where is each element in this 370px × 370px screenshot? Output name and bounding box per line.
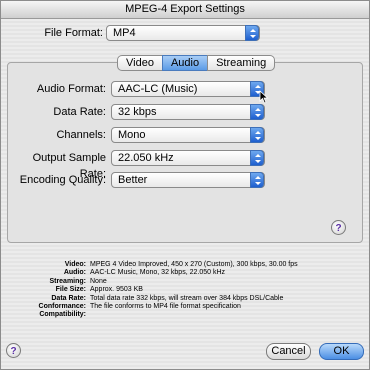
export-settings-window: MPEG-4 Export Settings File Format: MP4 … <box>0 0 370 370</box>
summary-row-compatibility: Compatibility: <box>1 311 370 320</box>
data-rate-popup[interactable]: 32 kbps <box>111 104 265 120</box>
summary-value: Approx. 9503 KB <box>90 286 143 294</box>
summary-key: Data Rate: <box>51 294 86 302</box>
summary-key: Audio: <box>63 269 86 277</box>
summary-value: AAC-LC Music, Mono, 32 kbps, 22.050 kHz <box>90 269 226 277</box>
summary-value: Total data rate 332 kbps, will stream ov… <box>90 294 284 302</box>
window-title: MPEG-4 Export Settings <box>1 1 369 19</box>
data-rate-value: 32 kbps <box>118 106 157 118</box>
audio-format-value: AAC-LC (Music) <box>118 83 198 95</box>
sample-rate-popup[interactable]: 22.050 kHz <box>111 150 265 166</box>
channels-popup[interactable]: Mono <box>111 127 265 143</box>
audio-format-popup[interactable]: AAC-LC (Music) <box>111 81 265 97</box>
file-format-value: MP4 <box>113 27 136 39</box>
channels-value: Mono <box>118 129 146 141</box>
ok-button[interactable]: OK <box>319 343 364 360</box>
summary-key: Compatibility: <box>39 311 86 319</box>
encoding-quality-label: Encoding Quality: <box>19 174 106 186</box>
summary-key: Video: <box>64 261 86 268</box>
encoding-quality-popup[interactable]: Better <box>111 172 265 188</box>
tab-audio[interactable]: Audio <box>161 55 209 71</box>
mouse-pointer-icon <box>259 90 269 104</box>
tab-streaming[interactable]: Streaming <box>207 55 276 71</box>
encoding-quality-value: Better <box>118 174 148 186</box>
audio-format-label: Audio Format: <box>36 83 106 95</box>
popup-arrows-icon <box>245 25 259 41</box>
popup-arrows-icon <box>250 104 264 120</box>
data-rate-label: Data Rate: <box>53 106 106 118</box>
dialog-help-button[interactable]: ? <box>6 343 21 358</box>
summary-value: None <box>90 277 107 285</box>
file-format-popup[interactable]: MP4 <box>106 25 260 41</box>
panel-help-button[interactable]: ? <box>331 220 346 235</box>
summary-key: File Size: <box>55 286 86 294</box>
popup-arrows-icon <box>250 172 264 188</box>
popup-arrows-icon <box>250 127 264 143</box>
summary-value: MPEG 4 Video Improved, 450 x 270 (Custom… <box>90 261 298 268</box>
tab-video[interactable]: Video <box>117 55 163 71</box>
cancel-button[interactable]: Cancel <box>266 343 311 360</box>
sample-rate-value: 22.050 kHz <box>118 152 174 164</box>
summary-value: The file conforms to MP4 file format spe… <box>90 303 241 310</box>
summary-key: Conformance: <box>38 303 86 310</box>
tab-bar: Video Audio Streaming <box>117 55 276 71</box>
channels-label: Channels: <box>56 129 106 141</box>
file-format-label: File Format: <box>44 27 103 39</box>
popup-arrows-icon <box>250 150 264 166</box>
summary-key: Streaming: <box>49 277 86 285</box>
